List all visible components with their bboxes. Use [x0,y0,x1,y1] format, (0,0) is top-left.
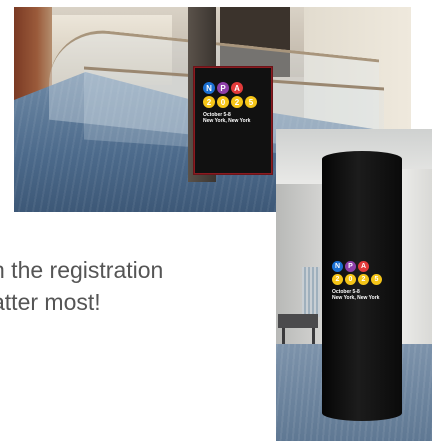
logo-dot-a: A [231,82,243,94]
bench [278,314,318,328]
logo-year-row: 2 0 2 5 [332,274,382,285]
logo-letters-row: N P A [203,82,257,94]
body-text: n the registration atter most! [0,254,276,318]
logo-dot-0: 0 [345,274,356,285]
npa-column-wrap: N P A 2 0 2 5 October 5-8 New York, New … [322,151,402,421]
logo-year-row: 2 0 2 5 [203,96,257,108]
npa-railing-banner: N P A 2 0 2 5 October 5-8 New York, New … [194,67,272,174]
logo-letters-row: N P A [332,261,382,272]
logo-dot-2b: 2 [358,274,369,285]
logo-caption: October 5-8 New York, New York [203,112,257,125]
body-text-line-2: atter most! [0,289,101,315]
npa-logo: N P A 2 0 2 5 October 5-8 New York, New … [203,82,257,125]
npa-logo: N P A 2 0 2 5 October 5-8 New York, New … [332,261,382,302]
logo-dot-5: 5 [371,274,382,285]
logo-dot-n: N [203,82,215,94]
body-text-line-1: n the registration [0,257,164,283]
logo-dot-n: N [332,261,343,272]
logo-dot-2: 2 [332,274,343,285]
logo-dot-2: 2 [203,96,215,108]
column-wrap-photo: N P A 2 0 2 5 October 5-8 New York, New … [276,129,432,441]
logo-dot-0: 0 [217,96,229,108]
logo-caption: October 5-8 New York, New York [332,289,382,302]
logo-dot-5: 5 [245,96,257,108]
event-location: New York, New York [332,294,380,301]
event-location: New York, New York [203,117,251,124]
logo-dot-p: P [217,82,229,94]
logo-dot-2b: 2 [231,96,243,108]
wall-artwork [302,267,320,317]
logo-dot-p: P [345,261,356,272]
logo-dot-a: A [358,261,369,272]
